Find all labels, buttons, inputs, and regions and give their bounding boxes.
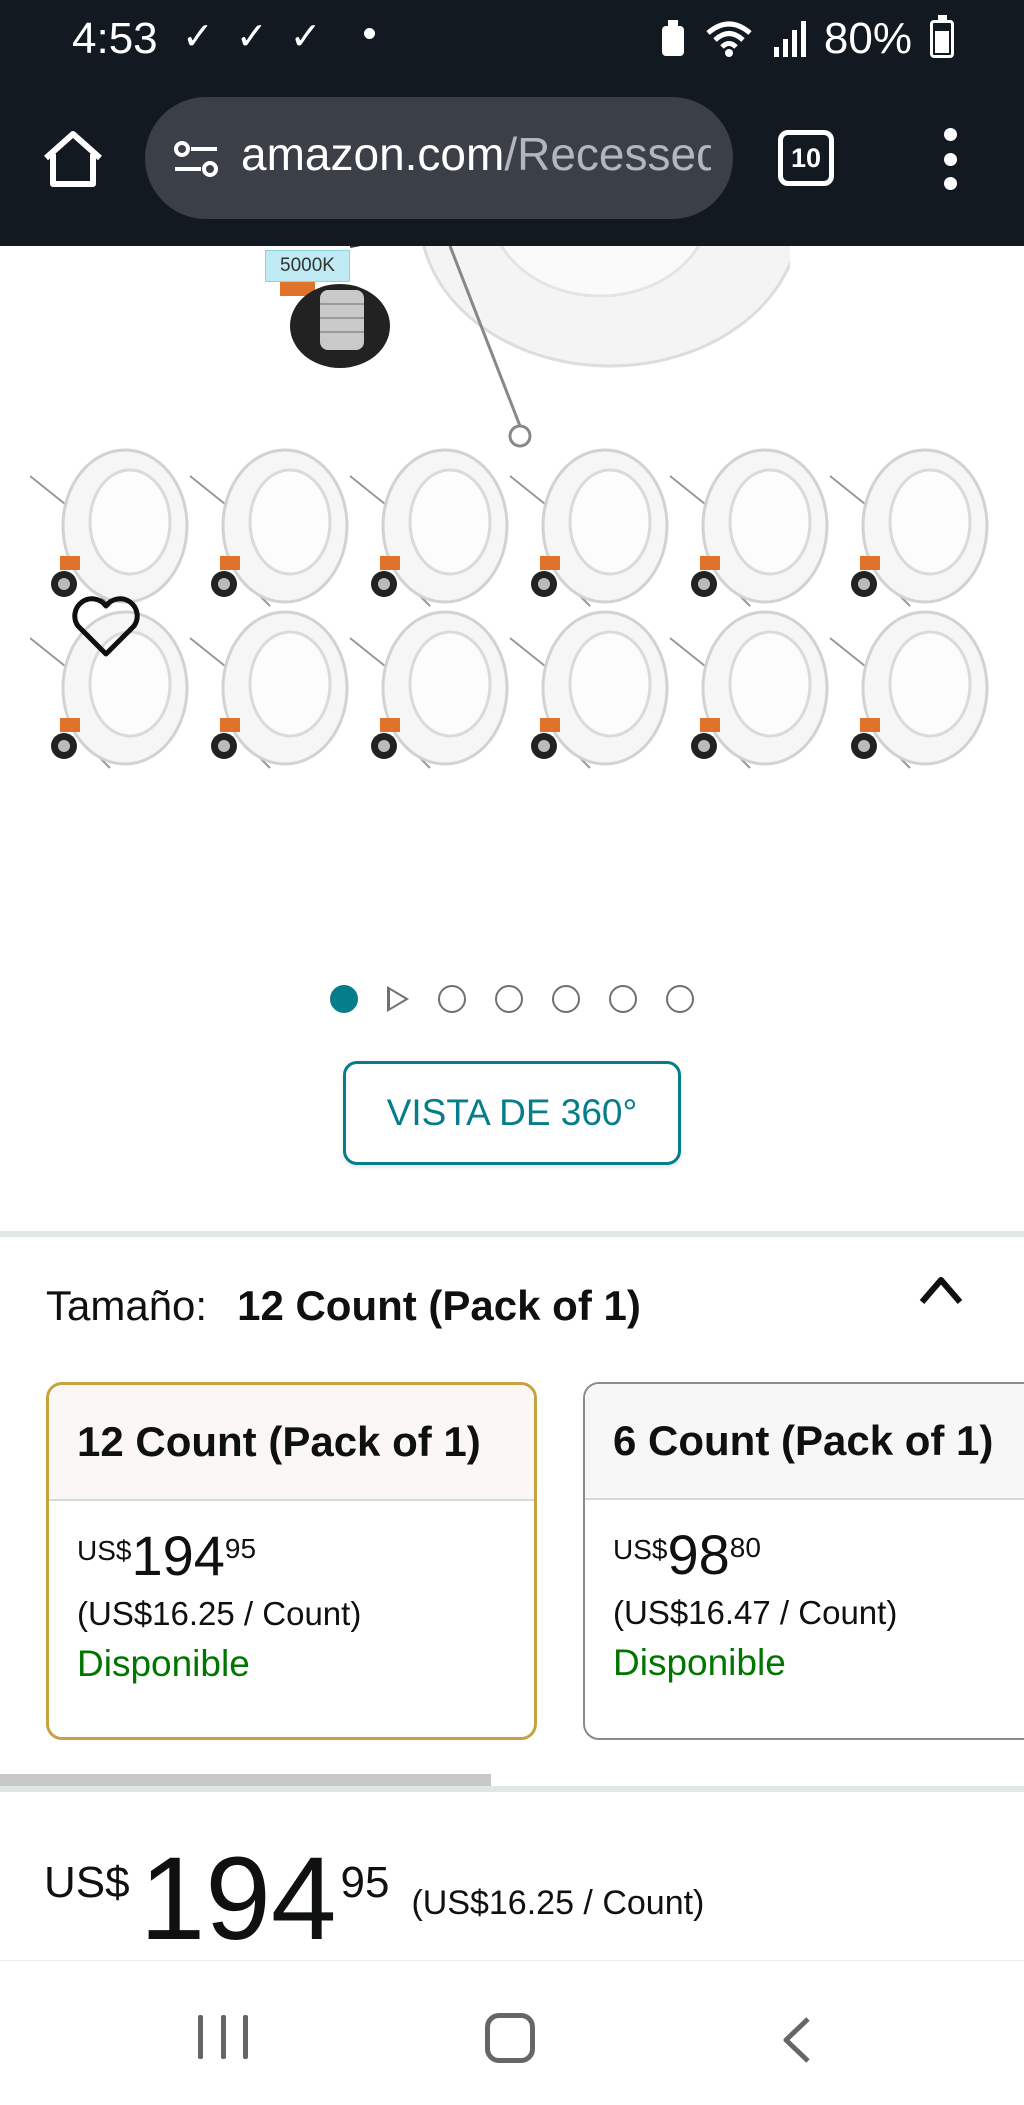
size-options-scroll-track <box>0 1786 1024 1792</box>
check-notification-icon: ✓ <box>289 16 322 58</box>
main-price-whole: 194 <box>139 1833 337 1965</box>
section-divider <box>0 1231 1024 1237</box>
size-label: Tamaño: <box>46 1282 208 1329</box>
carousel-dot-active[interactable] <box>330 985 358 1013</box>
status-time: 4:53 <box>72 14 158 63</box>
main-price-currency: US$ <box>44 1858 130 1907</box>
view-360-button[interactable]: VISTA DE 360° <box>343 1061 681 1165</box>
system-status: 80% <box>660 14 954 64</box>
recent-apps-icon[interactable] <box>198 2015 248 2059</box>
main-price-fraction: 95 <box>340 1858 390 1907</box>
size-option-title: 6 Count (Pack of 1) <box>585 1384 1024 1500</box>
recessed-lights-grid-image <box>30 448 989 770</box>
main-price: US$ 194 95 (US$16.25 / Count) <box>44 1840 704 1958</box>
url-host: amazon.com <box>241 128 505 180</box>
home-icon[interactable] <box>40 126 106 192</box>
data-saver-icon <box>661 20 684 56</box>
battery-percent: 80% <box>823 14 912 63</box>
availability: Disponible <box>613 1642 786 1683</box>
url-text[interactable]: amazon.com/Recessed <box>241 127 711 181</box>
size-option-title: 12 Count (Pack of 1) <box>49 1385 534 1501</box>
more-notifications-dot-icon <box>364 28 375 39</box>
back-icon[interactable] <box>776 2015 820 2065</box>
product-image[interactable]: 5000K <box>0 246 1024 826</box>
option-price: US$ 98 80 <box>613 1524 1013 1586</box>
size-options-scroll-thumb[interactable] <box>0 1774 491 1786</box>
main-unit-price: (US$16.25 / Count) <box>411 1884 705 1922</box>
check-notification-icon: ✓ <box>235 16 268 58</box>
price-whole: 98 <box>667 1523 730 1586</box>
option-price: US$ 194 95 <box>77 1525 506 1587</box>
carousel-dot[interactable] <box>666 985 694 1013</box>
price-currency: US$ <box>77 1535 132 1566</box>
size-option-6-count[interactable]: 6 Count (Pack of 1) US$ 98 80 (US$16.47 … <box>583 1382 1024 1740</box>
availability: Disponible <box>77 1643 250 1684</box>
check-notification-icon: ✓ <box>182 16 214 58</box>
chevron-up-icon[interactable] <box>918 1272 964 1308</box>
carousel-dot[interactable] <box>552 985 580 1013</box>
size-selected-value: 12 Count (Pack of 1) <box>237 1282 641 1329</box>
notification-icons: ✓ ✓ ✓ <box>182 14 322 59</box>
system-nav-bar <box>0 1960 1024 2105</box>
size-option-12-count[interactable]: 12 Count (Pack of 1) US$ 194 95 (US$16.2… <box>46 1382 537 1740</box>
price-fraction: 95 <box>224 1533 257 1564</box>
browser-toolbar: amazon.com/Recessed 10 <box>0 82 1024 246</box>
size-selector-header[interactable]: Tamaño: 12 Count (Pack of 1) <box>46 1282 641 1330</box>
address-bar[interactable]: amazon.com/Recessed <box>145 97 733 219</box>
price-fraction: 80 <box>729 1532 761 1563</box>
tab-switcher-button[interactable]: 10 <box>778 130 834 186</box>
more-menu-icon[interactable] <box>932 128 968 190</box>
wifi-icon <box>706 21 752 57</box>
status-bar: 4:53 ✓ ✓ ✓ 80% <box>0 0 1024 82</box>
unit-price: (US$16.25 / Count) <box>77 1595 362 1632</box>
url-path: /Recessed <box>504 128 711 180</box>
image-carousel-dots <box>0 985 1024 1013</box>
unit-price: (US$16.47 / Count) <box>613 1594 898 1631</box>
color-temperature-tag: 5000K <box>265 250 350 282</box>
site-settings-icon[interactable] <box>173 139 219 179</box>
carousel-dot[interactable] <box>609 985 637 1013</box>
video-play-icon[interactable] <box>387 986 409 1012</box>
carousel-dot[interactable] <box>438 985 466 1013</box>
carousel-dot[interactable] <box>495 985 523 1013</box>
wishlist-heart-icon[interactable] <box>70 594 142 660</box>
price-whole: 194 <box>131 1524 225 1587</box>
battery-icon <box>930 15 954 58</box>
signal-icon <box>773 21 806 57</box>
price-currency: US$ <box>613 1534 668 1565</box>
home-nav-icon[interactable] <box>485 2013 535 2063</box>
